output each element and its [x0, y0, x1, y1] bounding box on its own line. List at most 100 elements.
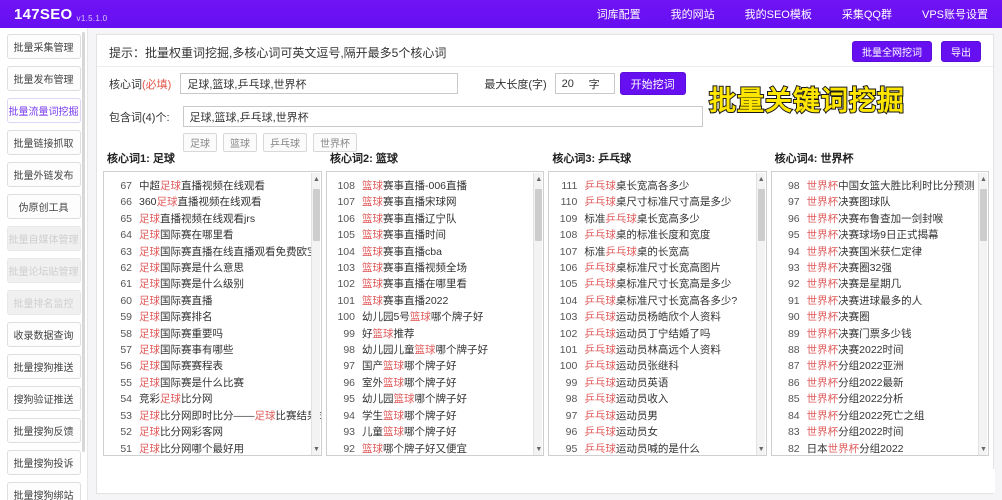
result-row[interactable]: 92世界杯决赛是星期几	[772, 276, 988, 292]
result-row[interactable]: 93儿童篮球哪个牌子好	[327, 424, 543, 440]
result-row[interactable]: 97乒乓球运动员男	[549, 408, 765, 424]
result-row[interactable]: 89世界杯决赛门票多少钱	[772, 326, 988, 342]
result-row[interactable]: 66360足球直播视频在线观看	[104, 194, 321, 210]
scroll-up-arrow-icon[interactable]: ▲	[758, 175, 765, 184]
scroll-down-arrow-icon[interactable]: ▼	[980, 445, 987, 454]
result-row[interactable]: 60足球国际赛直播	[104, 293, 321, 309]
sidebar-item-9[interactable]: 收录数据查询	[7, 322, 81, 347]
result-row[interactable]: 101篮球赛事直播2022	[327, 293, 543, 309]
nav-item-my-seo-templates[interactable]: 我的SEO模板	[745, 6, 812, 22]
result-row[interactable]: 107篮球赛事直播宋球网	[327, 194, 543, 210]
result-row[interactable]: 104乒乓球桌标准尺寸长宽高各多少?	[549, 293, 765, 309]
result-row[interactable]: 51足球比分网哪个最好用	[104, 441, 321, 457]
nav-item-keyword-config[interactable]: 词库配置	[597, 6, 641, 22]
scrollbar-thumb[interactable]	[758, 189, 765, 241]
result-row[interactable]: 88世界杯决赛2022时间	[772, 342, 988, 358]
result-row[interactable]: 95乒乓球运动员喊的是什么	[549, 441, 765, 457]
result-row[interactable]: 105篮球赛事直播时间	[327, 227, 543, 243]
scroll-up-arrow-icon[interactable]: ▲	[535, 175, 542, 184]
list-scrollbar[interactable]: ▲▼	[978, 173, 987, 456]
result-row[interactable]: 100幼儿园5号篮球哪个牌子好	[327, 309, 543, 325]
scroll-down-arrow-icon[interactable]: ▼	[535, 445, 542, 454]
sidebar-item-0[interactable]: 批量采集管理	[7, 34, 81, 59]
result-row[interactable]: 103篮球赛事直播视频全场	[327, 260, 543, 276]
result-row[interactable]: 92篮球哪个牌子好又便宜	[327, 441, 543, 457]
result-row[interactable]: 95幼儿园篮球哪个牌子好	[327, 391, 543, 407]
result-row[interactable]: 111乒乓球桌长宽高各多少	[549, 178, 765, 194]
result-row[interactable]: 96室外篮球哪个牌子好	[327, 375, 543, 391]
sidebar-item-12[interactable]: 批量搜狗反馈	[7, 418, 81, 443]
result-row[interactable]: 59足球国际赛排名	[104, 309, 321, 325]
sidebar-scrollbar[interactable]	[82, 32, 85, 452]
result-row[interactable]: 103乒乓球运动员杨皓欣个人资料	[549, 309, 765, 325]
result-row[interactable]: 54竞彩足球比分网	[104, 391, 321, 407]
result-row[interactable]: 90世界杯决赛圈	[772, 309, 988, 325]
start-mining-button[interactable]: 开始挖词	[620, 72, 686, 95]
result-row[interactable]: 96乒乓球运动员女	[549, 424, 765, 440]
result-row[interactable]: 95世界杯决赛球场9日正式揭幕	[772, 227, 988, 243]
result-row[interactable]: 82日本世界杯分组2022	[772, 441, 988, 457]
result-row[interactable]: 105乒乓球桌标准尺寸长宽高是多少	[549, 276, 765, 292]
result-listbox[interactable]: 108篮球赛事直播-006直播107篮球赛事直播宋球网106篮球赛事直播辽宁队1…	[326, 171, 544, 456]
list-scrollbar[interactable]: ▲▼	[756, 173, 765, 456]
result-row[interactable]: 94学生篮球哪个牌子好	[327, 408, 543, 424]
result-row[interactable]: 100乒乓球运动员张继科	[549, 358, 765, 374]
result-row[interactable]: 93世界杯决赛圈32强	[772, 260, 988, 276]
core-keyword-input[interactable]	[180, 73, 458, 94]
result-row[interactable]: 67中超足球直播视频在线观看	[104, 178, 321, 194]
result-row[interactable]: 104篮球赛事直播cba	[327, 244, 543, 260]
sidebar-item-11[interactable]: 搜狗验证推送	[7, 386, 81, 411]
result-row[interactable]: 102篮球赛事直播在哪里看	[327, 276, 543, 292]
sidebar-item-1[interactable]: 批量发布管理	[7, 66, 81, 91]
sidebar-item-2[interactable]: 批量流量词挖掘	[7, 98, 81, 123]
result-row[interactable]: 109标准乒乓球桌长宽高多少	[549, 211, 765, 227]
scroll-down-arrow-icon[interactable]: ▼	[758, 445, 765, 454]
result-row[interactable]: 52足球比分网彩客网	[104, 424, 321, 440]
result-row[interactable]: 108篮球赛事直播-006直播	[327, 178, 543, 194]
export-button[interactable]: 导出	[941, 41, 981, 62]
result-row[interactable]: 85世界杯分组2022分析	[772, 391, 988, 407]
sidebar-item-13[interactable]: 批量搜狗投诉	[7, 450, 81, 475]
result-row[interactable]: 110乒乓球桌尺寸标准尺寸高是多少	[549, 194, 765, 210]
result-row[interactable]: 63足球国际赛直播在线直播观看免费欧宝	[104, 244, 321, 260]
result-row[interactable]: 87世界杯分组2022亚洲	[772, 358, 988, 374]
result-listbox[interactable]: 111乒乓球桌长宽高各多少110乒乓球桌尺寸标准尺寸高是多少109标准乒乓球桌长…	[548, 171, 766, 456]
include-words-input[interactable]	[183, 106, 703, 127]
nav-item-vps-account[interactable]: VPS账号设置	[922, 6, 988, 22]
sidebar-item-5[interactable]: 伪原创工具	[7, 194, 81, 219]
result-row[interactable]: 107标准乒乓球桌的长宽高	[549, 244, 765, 260]
result-row[interactable]: 106乒乓球桌标准尺寸长宽高图片	[549, 260, 765, 276]
list-scrollbar[interactable]: ▲▼	[311, 173, 320, 456]
sidebar-item-14[interactable]: 批量搜狗绑站	[7, 482, 81, 500]
sidebar-item-10[interactable]: 批量搜狗推送	[7, 354, 81, 379]
result-row[interactable]: 98幼儿园儿童篮球哪个牌子好	[327, 342, 543, 358]
result-row[interactable]: 97世界杯决赛图球队	[772, 194, 988, 210]
result-listbox[interactable]: 67中超足球直播视频在线观看66360足球直播视频在线观看65足球直播视频在线观…	[103, 171, 322, 456]
result-row[interactable]: 55足球国际赛是什么比赛	[104, 375, 321, 391]
result-row[interactable]: 58足球国际赛重要吗	[104, 326, 321, 342]
result-row[interactable]: 98乒乓球运动员收入	[549, 391, 765, 407]
nav-item-qq-group[interactable]: 采集QQ群	[842, 6, 892, 22]
scroll-up-arrow-icon[interactable]: ▲	[980, 175, 987, 184]
scrollbar-thumb[interactable]	[313, 189, 320, 241]
result-row[interactable]: 61足球国际赛是什么级别	[104, 276, 321, 292]
sidebar-item-4[interactable]: 批量外链发布	[7, 162, 81, 187]
list-scrollbar[interactable]: ▲▼	[533, 173, 542, 456]
batch-all-mine-button[interactable]: 批量全网挖词	[852, 41, 932, 62]
nav-item-my-sites[interactable]: 我的网站	[671, 6, 715, 22]
result-row[interactable]: 96世界杯决赛布鲁查加一剑封喉	[772, 211, 988, 227]
max-length-input[interactable]	[555, 73, 615, 94]
result-row[interactable]: 102乒乓球运动员丁宁结婚了吗	[549, 326, 765, 342]
result-row[interactable]: 64足球国际赛在哪里看	[104, 227, 321, 243]
scrollbar-thumb[interactable]	[535, 189, 542, 241]
result-row[interactable]: 84世界杯分组2022死亡之组	[772, 408, 988, 424]
result-row[interactable]: 62足球国际赛是什么意思	[104, 260, 321, 276]
result-row[interactable]: 106篮球赛事直播辽宁队	[327, 211, 543, 227]
result-row[interactable]: 65足球直播视频在线观看jrs	[104, 211, 321, 227]
result-row[interactable]: 53足球比分网即时比分——足球比赛结果500	[104, 408, 321, 424]
scrollbar-thumb[interactable]	[980, 189, 987, 241]
result-row[interactable]: 98世界杯中国女篮大胜比利时比分预测	[772, 178, 988, 194]
sidebar-item-3[interactable]: 批量链接抓取	[7, 130, 81, 155]
result-row[interactable]: 108乒乓球桌的标准长度和宽度	[549, 227, 765, 243]
result-listbox[interactable]: 98世界杯中国女篮大胜比利时比分预测97世界杯决赛图球队96世界杯决赛布鲁查加一…	[771, 171, 989, 456]
